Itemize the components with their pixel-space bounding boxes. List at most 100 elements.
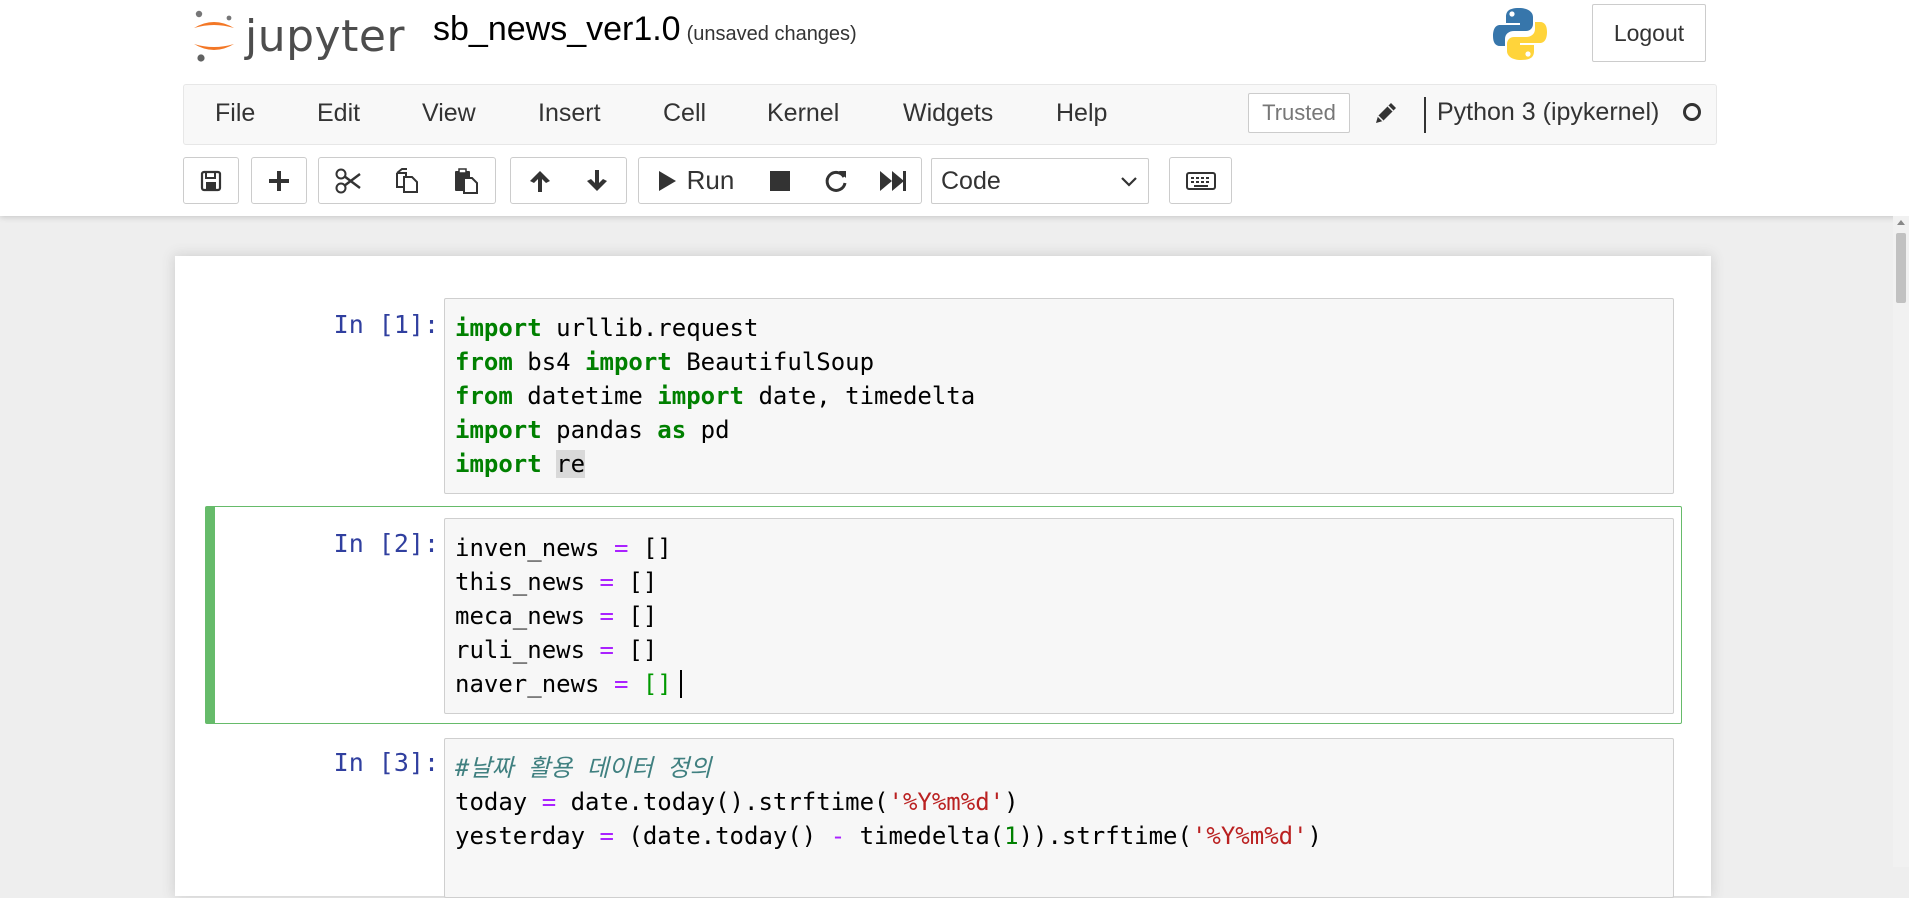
code-line: meca_news = [] [455, 599, 682, 633]
code-token: = [541, 788, 557, 816]
interrupt-button[interactable] [752, 157, 809, 204]
run-button[interactable]: Run [638, 157, 753, 204]
menu-help[interactable]: Help [1056, 99, 1107, 128]
cell-type-value: Code [941, 166, 1001, 195]
pencil-icon[interactable] [1372, 99, 1400, 127]
cut-button[interactable] [318, 157, 378, 204]
code-token: bs4 [512, 348, 586, 376]
code-token: [] [642, 670, 672, 698]
code-line: from datetime import date, timedelta [455, 379, 975, 413]
fast-forward-icon [879, 170, 906, 191]
chevron-down-icon [1121, 177, 1137, 187]
code-line: import pandas as pd [455, 413, 975, 447]
move-up-button[interactable] [510, 157, 569, 204]
kernel-name[interactable]: Python 3 (ipykernel) [1437, 98, 1659, 127]
header: jupyter sb_news_ver1.0 (unsaved changes) … [0, 0, 1909, 216]
code-token: pd [686, 416, 730, 444]
arrow-up-icon [529, 170, 550, 192]
python-logo-icon [1490, 4, 1550, 64]
menu-kernel[interactable]: Kernel [767, 99, 839, 128]
notebook-name[interactable]: sb_news_ver1.0 [433, 10, 681, 48]
code-token: this_news [455, 568, 600, 596]
code-line: this_news = [] [455, 565, 682, 599]
code-token: - [830, 822, 846, 850]
menubar: File Edit View Insert Cell Kernel Widget… [183, 84, 1717, 145]
code-line: inven_news = [] [455, 531, 682, 565]
code-cell-selected[interactable]: In [2]: inven_news = [] this_news = [] mec… [205, 506, 1682, 724]
code-line: yesterday = (date.today() - timedelta(1)… [455, 819, 1322, 853]
restart-button[interactable] [808, 157, 865, 204]
header-container: jupyter sb_news_ver1.0 (unsaved changes) … [185, 0, 1719, 84]
arrow-down-icon [587, 169, 607, 191]
notebook-title[interactable]: sb_news_ver1.0 (unsaved changes) [433, 10, 857, 49]
code-line: import re [455, 447, 975, 481]
paste-icon [454, 167, 478, 194]
jupyter-logo[interactable]: jupyter [191, 6, 407, 66]
code-text[interactable]: import urllib.request from bs4 import Bea… [455, 311, 975, 481]
toolbar: Run Code [183, 157, 1717, 207]
scroll-up-icon[interactable] [1897, 220, 1905, 225]
copy-button[interactable] [377, 157, 437, 204]
code-input[interactable]: #날짜 활용 데이터 정의 today = date.today().strfti… [444, 738, 1674, 898]
code-token: ruli_news [455, 636, 600, 664]
code-token: = [599, 636, 614, 664]
code-token: ) [1004, 788, 1019, 816]
code-token: today [455, 788, 542, 816]
move-down-button[interactable] [568, 157, 627, 204]
code-token: [] [628, 534, 672, 562]
code-token: pandas [541, 416, 658, 444]
code-text[interactable]: inven_news = [] this_news = [] meca_news =… [455, 531, 682, 701]
play-icon [658, 170, 676, 191]
save-button[interactable] [183, 157, 239, 204]
code-token: '%Y%m%d' [1191, 822, 1308, 850]
code-token: datetime [512, 382, 658, 410]
menu-file[interactable]: File [215, 99, 255, 128]
code-token: naver_news [455, 670, 614, 698]
trusted-indicator[interactable]: Trusted [1248, 93, 1350, 133]
page-scrollbar[interactable] [1893, 216, 1909, 867]
code-token: 1 [1004, 822, 1019, 850]
command-palette-button[interactable] [1169, 157, 1232, 204]
code-line: import urllib.request [455, 311, 975, 345]
code-cell[interactable]: In [3]: #날짜 활용 데이터 정의 today = date.today(… [205, 736, 1693, 898]
code-token: = [599, 602, 614, 630]
logout-button[interactable]: Logout [1592, 4, 1706, 62]
code-token: = [599, 822, 614, 850]
paste-button[interactable] [436, 157, 496, 204]
cell-prompt: In [2]: [333, 529, 439, 558]
cell-type-select[interactable]: Code [931, 158, 1149, 204]
restart-icon [825, 170, 847, 192]
code-line: #날짜 활용 데이터 정의 [455, 751, 1322, 785]
code-token: from [455, 348, 513, 376]
code-token: as [657, 416, 687, 444]
insert-cell-button[interactable] [251, 157, 307, 204]
code-token: = [613, 534, 629, 562]
code-line: from bs4 import BeautifulSoup [455, 345, 975, 379]
code-token: yesterday [455, 822, 600, 850]
scroll-thumb[interactable] [1896, 233, 1906, 303]
keyboard-icon [1185, 171, 1216, 190]
code-token: date, timedelta [744, 382, 976, 410]
logo-text: jupyter [245, 10, 405, 62]
menu-cell[interactable]: Cell [663, 99, 706, 128]
code-input[interactable]: inven_news = [] this_news = [] meca_news =… [444, 518, 1674, 714]
code-input[interactable]: import urllib.request from bs4 import Bea… [444, 298, 1674, 494]
menu-view[interactable]: View [422, 99, 476, 128]
plus-icon [269, 170, 289, 191]
jupyter-logo-icon [194, 10, 234, 62]
kernel-separator [1424, 97, 1426, 133]
code-text[interactable]: #날짜 활용 데이터 정의 today = date.today().strfti… [455, 751, 1322, 853]
code-token: timedelta( [845, 822, 1005, 850]
kernel-idle-icon [1683, 103, 1701, 121]
menu-edit[interactable]: Edit [317, 99, 360, 128]
menu-insert[interactable]: Insert [538, 99, 601, 128]
cut-icon [335, 168, 361, 193]
code-cell[interactable]: In [1]: import urllib.request from bs4 im… [205, 296, 1693, 496]
restart-run-all-button[interactable] [864, 157, 922, 204]
code-token: import [455, 450, 542, 478]
notebook-container: In [1]: import urllib.request from bs4 im… [175, 256, 1711, 898]
code-token: import [585, 348, 672, 376]
menu-widgets[interactable]: Widgets [903, 99, 993, 128]
